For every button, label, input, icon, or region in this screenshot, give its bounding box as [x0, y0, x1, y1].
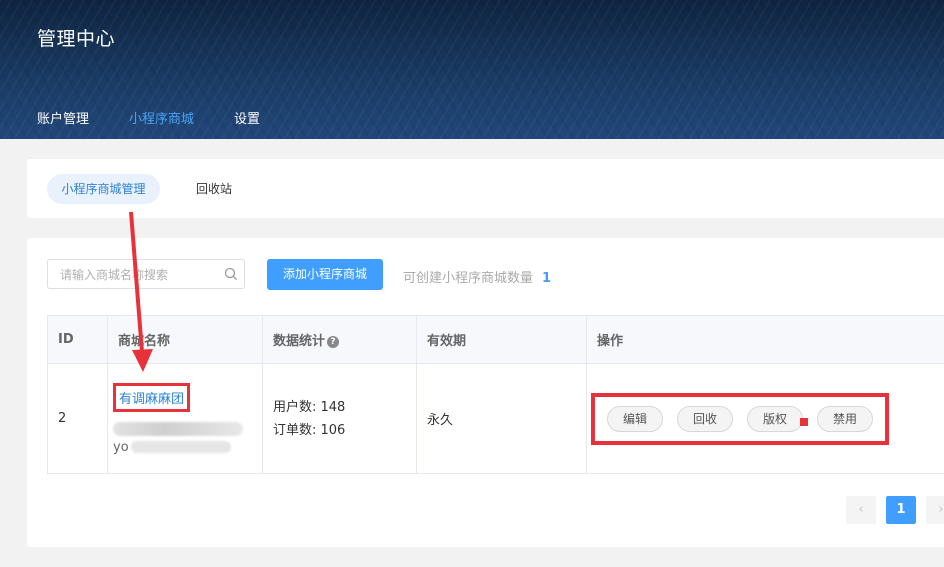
- user-count: 用户数: 148: [273, 399, 346, 415]
- nav-account[interactable]: 账户管理: [37, 110, 89, 139]
- owner-prefix: yo: [113, 439, 129, 455]
- actions-highlight-box: 编辑 回收 版权 禁用: [591, 392, 889, 445]
- cell-stats: 用户数: 148 订单数: 106: [262, 363, 417, 474]
- prev-page-button[interactable]: ‹: [846, 496, 876, 524]
- redacted-text: [113, 421, 243, 436]
- cell-actions: 编辑 回收 版权 禁用: [586, 363, 944, 474]
- cell-name: 有调麻麻团 yo: [107, 363, 263, 474]
- disable-button[interactable]: 禁用: [817, 405, 873, 432]
- redacted-owner: [130, 441, 231, 453]
- nav-settings[interactable]: 设置: [234, 110, 260, 139]
- mall-name-link[interactable]: 有调麻麻团: [113, 382, 191, 412]
- subtab-mall-management[interactable]: 小程序商城管理: [47, 174, 160, 204]
- copyright-button[interactable]: 版权: [747, 405, 803, 432]
- app-title: 管理中心: [37, 28, 116, 50]
- col-id: ID: [47, 315, 108, 364]
- col-stats: 数据统计?: [262, 315, 417, 364]
- pagination: ‹ 1 ›: [846, 496, 944, 524]
- cell-id: 2: [47, 363, 108, 474]
- quota-value: 1: [542, 271, 552, 286]
- mall-table: ID 商城名称 数据统计? 有效期 操作 2 有调麻麻团 yo 用户数: 148…: [47, 315, 944, 474]
- owner-row: yo: [113, 440, 261, 455]
- next-page-button[interactable]: ›: [926, 496, 944, 524]
- annotation-dot: [800, 417, 808, 426]
- quota-label: 可创建小程序商城数量: [403, 271, 534, 286]
- subtab-card: 小程序商城管理 回收站: [27, 159, 944, 218]
- help-icon[interactable]: ?: [327, 336, 340, 348]
- col-validity: 有效期: [416, 315, 587, 364]
- header-banner: 管理中心 账户管理 小程序商城 设置: [0, 0, 944, 139]
- search-icon[interactable]: [224, 267, 238, 281]
- main-nav: 账户管理 小程序商城 设置: [37, 110, 260, 139]
- cell-validity: 永久: [416, 363, 587, 474]
- quota-info: 可创建小程序商城数量 1: [403, 267, 551, 286]
- recycle-button[interactable]: 回收: [677, 405, 733, 432]
- order-count: 订单数: 106: [273, 422, 346, 438]
- col-actions: 操作: [586, 315, 944, 364]
- col-name: 商城名称: [107, 315, 263, 364]
- table-row: 2 有调麻麻团 yo 用户数: 148 订单数: 106 永久 编辑 回收 版权…: [47, 363, 944, 474]
- search-box: [47, 259, 245, 290]
- list-card: 添加小程序商城 可创建小程序商城数量 1 ID 商城名称 数据统计? 有效期 操作…: [27, 238, 944, 547]
- edit-button[interactable]: 编辑: [607, 405, 663, 432]
- col-stats-label: 数据统计: [273, 334, 326, 349]
- add-mall-button[interactable]: 添加小程序商城: [267, 259, 383, 290]
- page-1-button[interactable]: 1: [886, 496, 916, 524]
- nav-mini-mall[interactable]: 小程序商城: [129, 110, 194, 139]
- table-header-row: ID 商城名称 数据统计? 有效期 操作: [47, 315, 944, 364]
- subtab-recycle-bin[interactable]: 回收站: [196, 174, 232, 204]
- search-input[interactable]: [58, 260, 222, 290]
